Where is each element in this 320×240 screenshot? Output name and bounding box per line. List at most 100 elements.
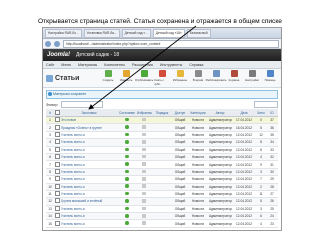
author[interactable]: Администратор: [208, 205, 232, 214]
browser-tab[interactable]: Настройка RAR-бо...: [45, 28, 82, 38]
row-checkbox-cell[interactable]: [54, 212, 60, 221]
author[interactable]: Администратор: [208, 212, 232, 221]
ordering-cell[interactable]: [152, 205, 172, 214]
ordering-cell[interactable]: [152, 153, 172, 162]
row-checkbox-cell[interactable]: [54, 131, 60, 140]
status-cell[interactable]: [118, 219, 136, 228]
row-checkbox[interactable]: [55, 183, 60, 189]
toolbar-button[interactable]: Помощь: [262, 70, 278, 86]
featured-icon[interactable]: [142, 132, 146, 137]
row-checkbox[interactable]: [55, 117, 60, 123]
featured-icon[interactable]: [142, 147, 146, 151]
row-checkbox-cell[interactable]: [54, 160, 60, 169]
published-icon[interactable]: [125, 221, 129, 225]
featured-cell[interactable]: [136, 183, 152, 191]
column-header[interactable]: Доступ: [172, 109, 188, 117]
category[interactable]: Новости: [188, 153, 208, 162]
featured-cell[interactable]: [136, 190, 152, 199]
category[interactable]: Новости: [188, 131, 208, 140]
category[interactable]: Новости: [188, 168, 208, 177]
ordering-cell[interactable]: [152, 175, 172, 184]
featured-icon[interactable]: [142, 184, 146, 188]
row-checkbox-cell[interactable]: [54, 138, 60, 147]
column-header[interactable]: Хиты: [256, 109, 266, 117]
article-title[interactable]: Учитель всего-и: [60, 183, 118, 191]
column-header[interactable]: Избранные: [136, 109, 152, 117]
back-icon[interactable]: [45, 40, 51, 47]
featured-icon[interactable]: [142, 214, 146, 218]
category[interactable]: Новости: [188, 175, 208, 184]
status-cell[interactable]: [118, 190, 136, 199]
category[interactable]: Новости: [188, 116, 208, 125]
published-icon[interactable]: [125, 132, 129, 137]
author[interactable]: Администратор: [208, 146, 232, 154]
menu-item[interactable]: Меню: [61, 63, 71, 67]
toolbar-button[interactable]: Опубликовать: [135, 70, 153, 86]
featured-cell[interactable]: [136, 212, 152, 221]
category[interactable]: Новости: [188, 197, 208, 206]
article-title[interactable]: Группа малышей и зелёный: [60, 197, 118, 206]
toolbar-button[interactable]: Избранное: [172, 70, 188, 86]
featured-cell[interactable]: [136, 146, 152, 154]
article-title[interactable]: Учитель всего-и: [60, 212, 118, 221]
ordering-cell[interactable]: [152, 219, 172, 228]
status-cell[interactable]: [118, 212, 136, 221]
article-title[interactable]: Учитель всего-и: [60, 190, 118, 199]
ordering-cell[interactable]: [152, 131, 172, 140]
status-cell[interactable]: [118, 175, 136, 184]
ordering-cell[interactable]: [152, 190, 172, 199]
published-icon[interactable]: [125, 154, 129, 159]
published-icon[interactable]: [125, 117, 129, 122]
category[interactable]: Новости: [188, 183, 208, 191]
category[interactable]: Новости: [188, 219, 208, 228]
featured-icon[interactable]: [142, 154, 146, 159]
menu-item[interactable]: Инструменты: [160, 63, 182, 67]
category[interactable]: Новости: [188, 190, 208, 199]
featured-icon[interactable]: [142, 117, 146, 122]
toolbar-button[interactable]: Корзина: [226, 70, 242, 86]
ordering-cell[interactable]: [152, 146, 172, 154]
browser-tab[interactable]: Безопасный: [186, 28, 211, 38]
toolbar-button[interactable]: Изменить: [118, 70, 134, 86]
featured-cell[interactable]: [136, 219, 152, 228]
row-checkbox[interactable]: [55, 191, 60, 197]
column-header[interactable]: Состояние: [118, 109, 136, 117]
category[interactable]: Новости: [188, 212, 208, 221]
article-title[interactable]: Учитель всего-и: [60, 138, 118, 147]
published-icon[interactable]: [125, 147, 129, 151]
ordering-cell[interactable]: [152, 116, 172, 125]
featured-icon[interactable]: [142, 125, 146, 129]
row-checkbox[interactable]: [55, 146, 60, 152]
author[interactable]: Администратор: [208, 219, 232, 228]
browser-tab[interactable]: Установка RAR-ба...: [83, 28, 120, 38]
row-checkbox-cell[interactable]: [54, 183, 60, 191]
forward-icon[interactable]: [54, 40, 60, 47]
featured-icon[interactable]: [142, 206, 146, 211]
featured-cell[interactable]: [136, 197, 152, 206]
row-checkbox[interactable]: [55, 168, 60, 174]
featured-cell[interactable]: [136, 116, 152, 125]
row-checkbox-cell[interactable]: [54, 168, 60, 177]
row-checkbox-cell[interactable]: [54, 190, 60, 199]
featured-icon[interactable]: [142, 169, 146, 174]
featured-cell[interactable]: [136, 138, 152, 147]
status-cell[interactable]: [118, 116, 136, 125]
author[interactable]: Администратор: [208, 131, 232, 140]
status-cell[interactable]: [118, 138, 136, 147]
row-checkbox[interactable]: [55, 176, 60, 182]
article-title[interactable]: Учитель всего-и: [60, 146, 118, 154]
column-header[interactable]: Заголовок: [60, 109, 118, 117]
row-checkbox[interactable]: [55, 220, 60, 226]
row-checkbox[interactable]: [55, 139, 60, 145]
menu-item[interactable]: Сайт: [46, 63, 54, 67]
row-checkbox-cell[interactable]: [54, 153, 60, 162]
published-icon[interactable]: [125, 184, 129, 188]
article-title[interactable]: Праздник «Осень» в группе: [60, 123, 118, 132]
filter-search-input[interactable]: [61, 101, 104, 108]
article-title[interactable]: Учитель всего-и: [60, 168, 118, 177]
article-title[interactable]: Учитель всего-и: [60, 175, 118, 184]
featured-cell[interactable]: [136, 175, 152, 184]
featured-cell[interactable]: [136, 205, 152, 214]
author[interactable]: Администратор: [208, 138, 232, 147]
ordering-cell[interactable]: [152, 123, 172, 132]
